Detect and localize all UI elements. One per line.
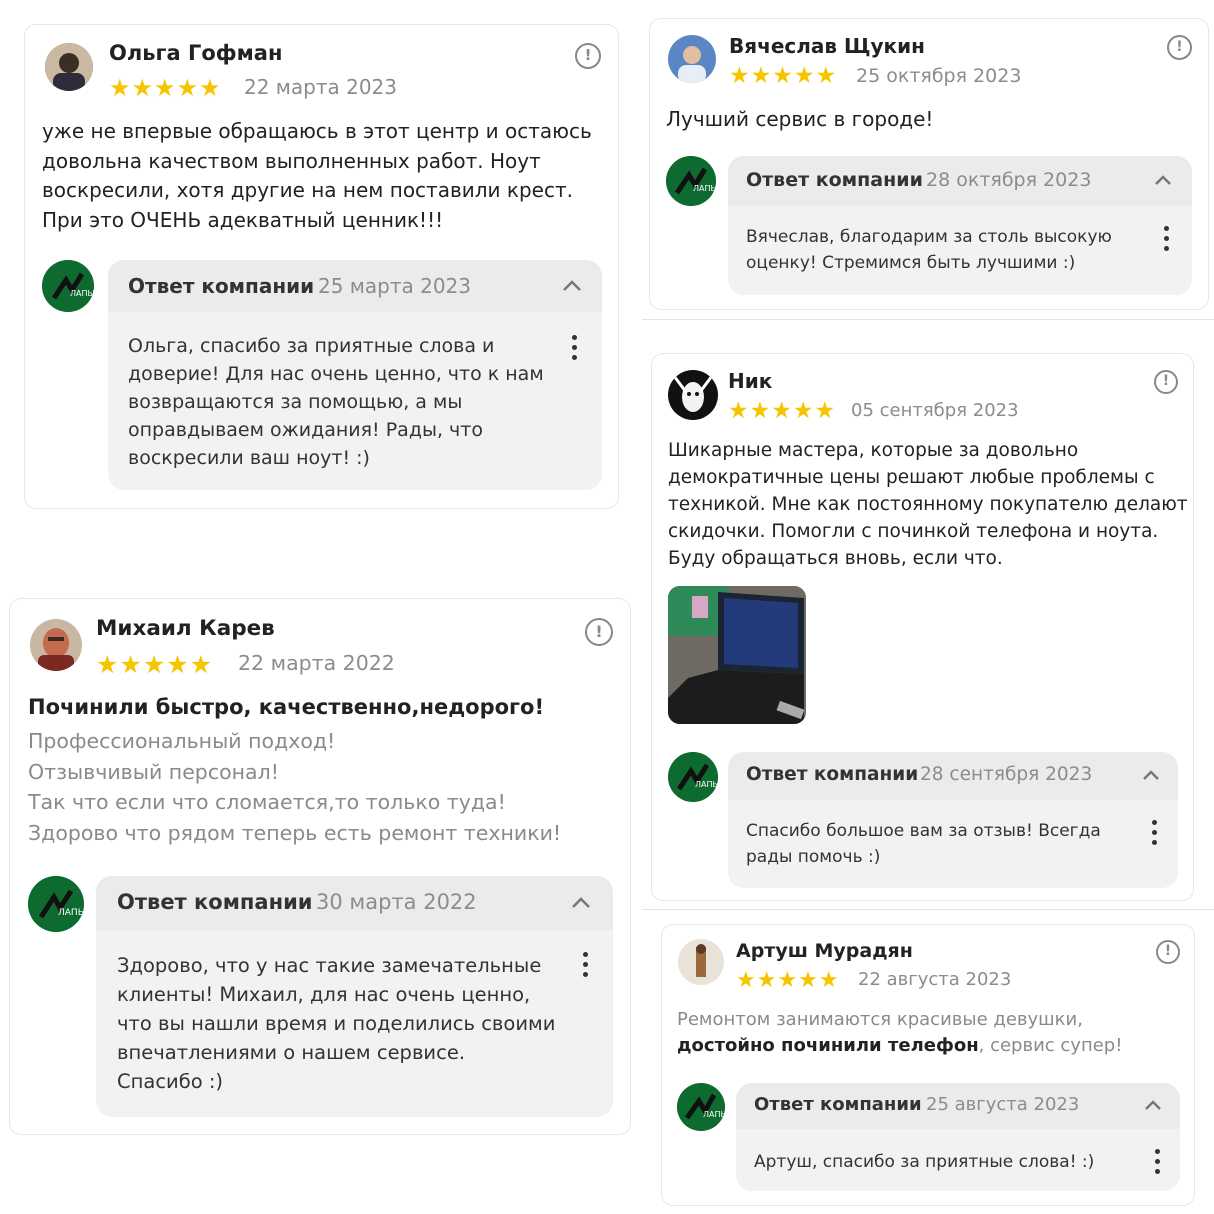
reply-date: 25 августа 2023 xyxy=(926,1094,1080,1115)
review-text: Лучший сервис в городе! xyxy=(666,107,934,131)
rating-stars: ★★★★★ xyxy=(736,968,840,993)
report-icon[interactable]: ! xyxy=(1167,35,1192,60)
company-logo: ЛАПЫ xyxy=(42,260,94,312)
laptop-photo-icon xyxy=(668,586,806,724)
reply-label: Ответ компании xyxy=(746,764,919,785)
review-date: 25 октября 2023 xyxy=(856,65,1022,87)
report-icon[interactable]: ! xyxy=(1156,940,1180,964)
review-text: Профессиональный подход! Отзывчивый персо… xyxy=(28,729,562,845)
more-menu-icon[interactable] xyxy=(1155,1149,1161,1179)
chevron-up-icon[interactable] xyxy=(1144,1100,1162,1111)
reply-date: 25 марта 2023 xyxy=(318,274,472,298)
review-card: Вячеслав Щукин ★★★★★ 25 октября 2023 ! Л… xyxy=(649,18,1209,310)
reply-text: Артуш, спасибо за приятные слова! :) xyxy=(754,1152,1095,1172)
more-menu-icon[interactable] xyxy=(1152,820,1158,850)
company-reply: Ответ компании 25 марта 2023 Ольга, спас… xyxy=(108,260,602,490)
rating-stars: ★★★★★ xyxy=(728,398,837,424)
author-name[interactable]: Михаил Карев xyxy=(96,616,275,641)
reply-text: Вячеслав, благодарим за столь высокую оце… xyxy=(746,227,1112,273)
company-logo-icon: ЛАПЫ xyxy=(677,1083,725,1131)
company-reply: Ответ компании 30 марта 2022 Здорово, чт… xyxy=(96,876,613,1117)
avatar-photo-icon xyxy=(30,619,82,671)
avatar[interactable] xyxy=(678,939,724,985)
report-icon[interactable]: ! xyxy=(575,43,601,69)
company-logo-icon: ЛАПЫ xyxy=(668,752,718,802)
reply-text: Ольга, спасибо за приятные слова и довери… xyxy=(128,335,544,469)
avatar[interactable] xyxy=(45,43,93,91)
company-logo: ЛАПЫ xyxy=(668,752,718,802)
review-card: Ник ★★★★★ 05 сентября 2023 ! Шикарные ма… xyxy=(651,353,1194,901)
reply-text: Спасибо большое вам за отзыв! Всегда рады… xyxy=(746,821,1101,867)
reply-date: 28 сентября 2023 xyxy=(920,764,1093,785)
reply-header[interactable]: Ответ компании 25 марта 2023 xyxy=(108,260,602,312)
author-name[interactable]: Вячеслав Щукин xyxy=(729,34,925,58)
chevron-up-icon[interactable] xyxy=(1154,175,1172,186)
reply-header[interactable]: Ответ компании 28 сентября 2023 xyxy=(728,752,1178,800)
review-card: Михаил Карев ★★★★★ 22 марта 2022 ! Почин… xyxy=(9,598,631,1135)
review-text: Шикарные мастера, которые за довольно дем… xyxy=(668,440,1188,569)
company-logo-icon: ЛАПЫ xyxy=(42,260,94,312)
author-name[interactable]: Ник xyxy=(728,369,772,393)
rating-stars: ★★★★★ xyxy=(729,63,838,89)
svg-text:ЛАПЫ: ЛАПЫ xyxy=(58,908,84,918)
chevron-up-icon[interactable] xyxy=(571,897,591,909)
review-text-bold: достойно починили телефон xyxy=(677,1035,979,1056)
review-text: уже не впервые обращаюсь в этот центр и … xyxy=(42,119,592,232)
avatar[interactable] xyxy=(668,35,716,83)
more-menu-icon[interactable] xyxy=(572,335,578,365)
divider xyxy=(642,319,1214,320)
review-date: 22 августа 2023 xyxy=(858,969,1012,990)
chevron-up-icon[interactable] xyxy=(562,280,582,292)
review-text-tail: , сервис супер! xyxy=(978,1035,1123,1056)
company-reply: Ответ компании 28 октября 2023 Вячеслав,… xyxy=(728,156,1192,295)
author-name[interactable]: Артуш Мурадян xyxy=(736,940,913,962)
reply-header[interactable]: Ответ компании 25 августа 2023 xyxy=(736,1083,1180,1129)
company-logo: ЛАПЫ xyxy=(28,876,84,932)
reply-text: Здорово, что у нас такие замечательные кл… xyxy=(117,954,556,1093)
reply-label: Ответ компании xyxy=(754,1094,922,1115)
reply-date: 28 октября 2023 xyxy=(926,169,1092,191)
avatar-photo-icon xyxy=(45,43,93,91)
report-icon[interactable]: ! xyxy=(585,618,613,646)
company-reply: Ответ компании 25 августа 2023 Артуш, сп… xyxy=(736,1083,1180,1191)
divider xyxy=(642,909,1214,910)
reply-header[interactable]: Ответ компании 28 октября 2023 xyxy=(728,156,1192,206)
review-date: 22 марта 2023 xyxy=(244,75,398,99)
avatar-photo-icon xyxy=(668,370,718,420)
reply-date: 30 марта 2022 xyxy=(316,890,477,914)
report-icon[interactable]: ! xyxy=(1154,370,1178,394)
avatar[interactable] xyxy=(30,619,82,671)
avatar-photo-icon xyxy=(668,35,716,83)
reply-header[interactable]: Ответ компании 30 марта 2022 xyxy=(96,876,613,930)
rating-stars: ★★★★★ xyxy=(96,650,214,679)
rating-stars: ★★★★★ xyxy=(109,74,222,102)
reply-label: Ответ компании xyxy=(128,274,315,298)
avatar[interactable] xyxy=(668,370,718,420)
company-logo: ЛАПЫ xyxy=(677,1083,725,1131)
more-menu-icon[interactable] xyxy=(583,952,589,982)
company-logo-icon: ЛАПЫ xyxy=(666,156,716,206)
review-date: 22 марта 2022 xyxy=(238,651,395,675)
review-text: Ремонтом занимаются красивые девушки, до… xyxy=(677,1009,1123,1056)
reply-label: Ответ компании xyxy=(117,890,313,914)
review-date: 05 сентября 2023 xyxy=(851,400,1019,421)
review-photo[interactable] xyxy=(668,586,806,724)
company-logo: ЛАПЫ xyxy=(666,156,716,206)
chevron-up-icon[interactable] xyxy=(1142,770,1160,781)
avatar-photo-icon xyxy=(678,939,724,985)
author-name[interactable]: Ольга Гофман xyxy=(109,41,282,65)
review-headline: Починили быстро, качественно,недорого! xyxy=(28,695,545,719)
svg-text:ЛАПЫ: ЛАПЫ xyxy=(703,1110,725,1119)
more-menu-icon[interactable] xyxy=(1164,226,1170,256)
review-card: Артуш Мурадян ★★★★★ 22 августа 2023 ! Ре… xyxy=(661,924,1195,1206)
svg-text:ЛАПЫ: ЛАПЫ xyxy=(693,184,716,193)
company-reply: Ответ компании 28 сентября 2023 Спасибо … xyxy=(728,752,1178,888)
review-card: Ольга Гофман ★★★★★ 22 марта 2023 ! уже н… xyxy=(24,24,619,509)
svg-text:ЛАПЫ: ЛАПЫ xyxy=(70,289,94,298)
svg-text:ЛАПЫ: ЛАПЫ xyxy=(695,780,718,789)
company-logo-icon: ЛАПЫ xyxy=(28,876,84,932)
reply-label: Ответ компании xyxy=(746,169,923,191)
